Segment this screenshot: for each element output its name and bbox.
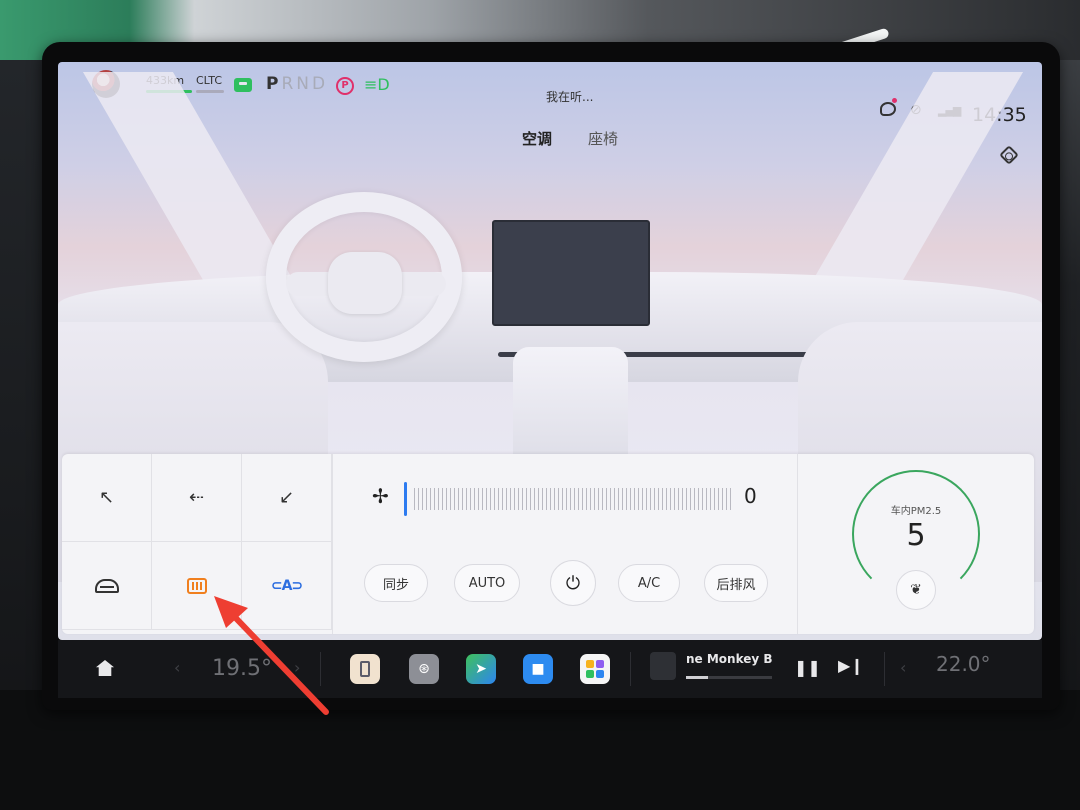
airflow-face-icon: ↖ <box>98 487 115 508</box>
pm25-label: 车内PM2.5 <box>890 506 942 517</box>
temp-left-decrease[interactable]: ‹ <box>174 658 180 677</box>
rear-vent-button[interactable]: 后排风 <box>704 564 768 602</box>
car-interior-render <box>58 72 1042 582</box>
dock-bar: ‹ 19.5° › ⊛ ➤ ■ ne Monkey Bee ❚❚ ▶❙ ‹ 22… <box>58 640 1042 698</box>
range-mode-label: CLTC <box>196 74 223 87</box>
dock-divider <box>884 652 885 686</box>
fan-speed-slider[interactable] <box>404 482 734 516</box>
app-grid-icon[interactable] <box>580 654 610 684</box>
home-icon[interactable] <box>96 660 114 676</box>
media-progress-bar[interactable] <box>686 676 772 679</box>
passenger-temperature: 22.0° <box>936 652 991 676</box>
media-progress-fill <box>686 676 708 679</box>
panel-divider <box>332 454 333 634</box>
album-art[interactable] <box>650 652 676 680</box>
headlight-icon: ≡D <box>364 75 390 94</box>
rear-defrost-icon <box>186 577 207 594</box>
center-console <box>513 347 628 467</box>
gear-n: N <box>296 74 312 94</box>
pause-button[interactable]: ❚❚ <box>794 658 821 677</box>
airflow-face-button[interactable]: ↖ <box>62 454 152 542</box>
battery-icon <box>234 78 252 92</box>
gear-p: P <box>266 74 282 94</box>
airflow-feet-icon: ↙ <box>278 487 295 508</box>
climate-control-panel: ↖ ⇠ ↙ ⊂A⊃ ✢ 0 同步 AUTO ⏻ A/C 后排风 车内PM2.5 … <box>62 454 1034 634</box>
voice-assistant-status[interactable]: 我在听... <box>546 88 593 105</box>
fan-speed-value: 0 <box>744 484 757 508</box>
message-icon[interactable] <box>880 102 896 116</box>
sync-button[interactable]: 同步 <box>364 564 428 602</box>
air-purifier-button[interactable]: ❦ <box>896 570 936 610</box>
temp-right-decrease[interactable]: ‹ <box>900 658 906 677</box>
temp-left-increase[interactable]: › <box>294 658 300 677</box>
pm25-value: 5 <box>906 518 926 553</box>
front-defrost-button[interactable] <box>62 542 152 630</box>
power-button[interactable]: ⏻ <box>550 560 596 606</box>
phone-icon[interactable] <box>350 654 380 684</box>
media-title: ne Monkey Bee <box>686 652 772 666</box>
settings-icon[interactable] <box>999 145 1019 165</box>
gear-r: R <box>281 74 297 94</box>
steering-wheel-icon[interactable]: ⊛ <box>409 654 439 684</box>
parking-brake-icon: P <box>336 77 354 95</box>
air-recirculation-icon: ⊂A⊃ <box>270 577 303 594</box>
power-icon: ⏻ <box>565 572 581 594</box>
center-display <box>492 220 650 326</box>
maps-icon[interactable]: ➤ <box>466 654 496 684</box>
gear-selector: PRND <box>266 74 328 94</box>
airflow-face-feet-button[interactable]: ⇠ <box>152 454 242 542</box>
gear-d: D <box>312 74 329 94</box>
dock-divider <box>320 652 321 686</box>
tab-climate[interactable]: 空调 <box>522 128 552 149</box>
panel-divider <box>797 454 798 634</box>
dock-divider <box>630 652 631 686</box>
range-mode-bar <box>196 90 224 93</box>
rear-defrost-button[interactable] <box>152 542 242 630</box>
driver-temperature: 19.5° <box>212 656 272 681</box>
recirculation-button[interactable]: ⊂A⊃ <box>242 542 332 630</box>
auto-button[interactable]: AUTO <box>454 564 520 602</box>
fan-speed-ticks <box>414 488 732 510</box>
leaf-icon: ❦ <box>910 582 922 598</box>
front-defrost-icon <box>94 578 119 593</box>
fan-icon: ✢ <box>372 484 389 508</box>
airflow-face-feet-icon: ⇠ <box>188 487 205 508</box>
next-track-button[interactable]: ▶❙ <box>838 656 864 675</box>
infotainment-screen: 433km CLTC PRND P ≡D 我在听... ⊘ ▂▄▆ 14:35 … <box>58 62 1042 640</box>
airflow-feet-button[interactable]: ↙ <box>242 454 332 542</box>
tab-seat[interactable]: 座椅 <box>588 128 618 149</box>
ac-button[interactable]: A/C <box>618 564 680 602</box>
notification-dot <box>892 98 897 103</box>
steering-wheel-hub <box>328 252 402 314</box>
video-call-icon[interactable]: ■ <box>523 654 553 684</box>
fan-speed-handle[interactable] <box>404 482 407 516</box>
